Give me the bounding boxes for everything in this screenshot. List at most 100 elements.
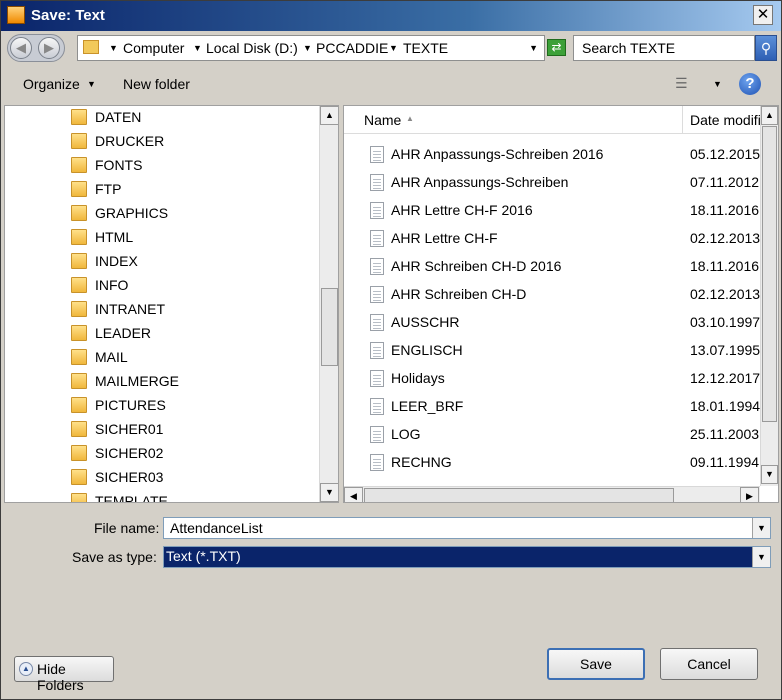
chevron-up-icon: ▲ — [19, 662, 33, 676]
chevron-down-icon[interactable]: ▼ — [713, 79, 722, 89]
tree-item-label: GRAPHICS — [95, 205, 169, 221]
breadcrumb-texte[interactable]: TEXTE — [403, 40, 448, 56]
folder-icon — [71, 253, 87, 269]
folder-tree[interactable]: DATEN DRUCKER FONTS FTP GRAPHICS HTML IN… — [4, 105, 339, 503]
file-name: LEER_BRF — [391, 398, 464, 414]
file-date: 05.12.2015 — [690, 146, 761, 162]
tree-item-label: SICHER02 — [95, 445, 164, 461]
chevron-down-icon[interactable]: ▼ — [752, 518, 770, 538]
tree-item[interactable]: FONTS — [5, 154, 315, 178]
file-row[interactable]: LOG 25.11.2003 — [344, 421, 760, 449]
folder-icon — [71, 421, 87, 437]
view-options-icon[interactable]: ☰ — [675, 76, 695, 92]
column-divider[interactable] — [682, 106, 683, 134]
forward-button[interactable]: ▶ — [38, 37, 60, 59]
filelist-hscrollbar[interactable]: ◀ ▶ — [344, 486, 760, 502]
close-button[interactable]: ✕ — [753, 5, 773, 25]
address-bar[interactable]: ▼ Computer ▼ Local Disk (D:) ▼ PCCADDIE … — [77, 35, 545, 61]
search-box[interactable] — [573, 35, 755, 61]
search-button[interactable]: ⚲ — [755, 35, 777, 61]
back-button[interactable]: ◀ — [10, 37, 32, 59]
breadcrumb-pccaddie[interactable]: PCCADDIE — [316, 40, 388, 56]
save-type-value: Text (*.TXT) — [166, 548, 241, 564]
save-button[interactable]: Save — [547, 648, 645, 680]
tree-item[interactable]: GRAPHICS — [5, 202, 315, 226]
scroll-down-icon[interactable]: ▼ — [320, 483, 338, 502]
scroll-thumb[interactable] — [321, 288, 338, 366]
breadcrumb-computer[interactable]: Computer — [123, 40, 184, 56]
file-row[interactable]: AHR Lettre CH-F 2016 18.11.2016 — [344, 197, 760, 225]
address-dropdown-icon[interactable]: ▼ — [529, 43, 538, 53]
file-row[interactable]: AHR Anpassungs-Schreiben 07.11.2012 — [344, 169, 760, 197]
scroll-thumb[interactable] — [762, 126, 777, 422]
tree-item[interactable]: LEADER — [5, 322, 315, 346]
file-row[interactable]: LEER_BRF 18.01.1994 — [344, 393, 760, 421]
tree-item[interactable]: TEMPLATE — [5, 490, 315, 502]
column-date[interactable]: Date modifi — [690, 112, 761, 128]
tree-item[interactable]: SICHER03 — [5, 466, 315, 490]
filelist-vscrollbar[interactable]: ▲ ▼ — [760, 106, 778, 486]
tree-item[interactable]: INFO — [5, 274, 315, 298]
folder-icon — [71, 301, 87, 317]
tree-item[interactable]: INTRANET — [5, 298, 315, 322]
scroll-down-icon[interactable]: ▼ — [761, 465, 778, 484]
file-row[interactable]: AHR Schreiben CH-D 02.12.2013 — [344, 281, 760, 309]
file-date: 09.11.1994 — [690, 454, 760, 470]
tree-item[interactable]: SICHER02 — [5, 442, 315, 466]
scroll-up-icon[interactable]: ▲ — [320, 106, 338, 125]
file-list[interactable]: Name ▲ Date modifi AHR Anpassungs-Schrei… — [343, 105, 779, 503]
search-input[interactable] — [574, 36, 754, 60]
tree-item[interactable]: SICHER01 — [5, 418, 315, 442]
save-dialog: Save: Text ✕ ◀ ▶ ▼ Computer ▼ Local Disk… — [0, 0, 782, 700]
tree-item[interactable]: PICTURES — [5, 394, 315, 418]
scroll-up-icon[interactable]: ▲ — [761, 106, 778, 125]
text-file-icon — [370, 286, 384, 303]
tree-item-label: MAILMERGE — [95, 373, 180, 389]
scroll-left-icon[interactable]: ◀ — [344, 487, 363, 502]
file-row[interactable]: Holidays 12.12.2017 — [344, 365, 760, 393]
tree-item[interactable]: DATEN — [5, 106, 315, 130]
chevron-down-icon[interactable]: ▼ — [87, 79, 96, 89]
scroll-thumb[interactable] — [364, 488, 674, 502]
folder-icon — [71, 373, 87, 389]
tree-item[interactable]: MAILMERGE — [5, 370, 315, 394]
tree-item[interactable]: INDEX — [5, 250, 315, 274]
breadcrumb-local-disk[interactable]: Local Disk (D:) — [206, 40, 298, 56]
tree-item[interactable]: DRUCKER — [5, 130, 315, 154]
file-row[interactable]: AHR Anpassungs-Schreiben 2016 05.12.2015 — [344, 141, 760, 169]
chevron-down-icon[interactable]: ▼ — [193, 43, 202, 53]
tree-item[interactable]: HTML — [5, 226, 315, 250]
chevron-down-icon[interactable]: ▼ — [389, 43, 398, 53]
tree-item[interactable]: FTP — [5, 178, 315, 202]
column-name[interactable]: Name — [364, 112, 401, 128]
tree-item[interactable]: MAIL — [5, 346, 315, 370]
new-folder-button[interactable]: New folder — [123, 76, 190, 92]
organize-button[interactable]: Organize — [23, 76, 80, 92]
chevron-down-icon[interactable]: ▼ — [109, 43, 118, 53]
file-row[interactable]: AHR Lettre CH-F 02.12.2013 — [344, 225, 760, 253]
file-row[interactable]: AHR Schreiben CH-D 2016 18.11.2016 — [344, 253, 760, 281]
scroll-right-icon[interactable]: ▶ — [740, 487, 759, 502]
title-bar[interactable]: Save: Text ✕ — [1, 1, 781, 31]
filename-field[interactable]: ▼ — [163, 517, 771, 539]
save-type-select[interactable]: Text (*.TXT) ▼ — [163, 546, 771, 568]
chevron-down-icon[interactable]: ▼ — [303, 43, 312, 53]
help-button[interactable]: ? — [739, 73, 761, 95]
file-row[interactable]: ENGLISCH 13.07.1995 — [344, 337, 760, 365]
tree-item-label: HTML — [95, 229, 134, 245]
folder-icon — [71, 157, 87, 173]
tree-scrollbar[interactable]: ▲ ▼ — [319, 106, 338, 502]
file-name: AHR Lettre CH-F — [391, 230, 498, 246]
file-date: 13.07.1995 — [690, 342, 761, 358]
tree-item-label: DATEN — [95, 109, 142, 125]
file-row[interactable]: RECHNG 09.11.1994 — [344, 449, 760, 477]
cancel-button[interactable]: Cancel — [660, 648, 758, 680]
hide-folders-button[interactable]: ▲ Hide Folders — [14, 656, 114, 693]
filename-input[interactable] — [164, 518, 750, 538]
refresh-button[interactable]: ⇄ — [547, 39, 566, 56]
chevron-down-icon[interactable]: ▼ — [752, 547, 770, 567]
file-name: AUSSCHR — [391, 314, 460, 330]
tree-item-label: INDEX — [95, 253, 138, 269]
file-row[interactable]: AUSSCHR 03.10.1997 — [344, 309, 760, 337]
tree-item-label: FTP — [95, 181, 122, 197]
